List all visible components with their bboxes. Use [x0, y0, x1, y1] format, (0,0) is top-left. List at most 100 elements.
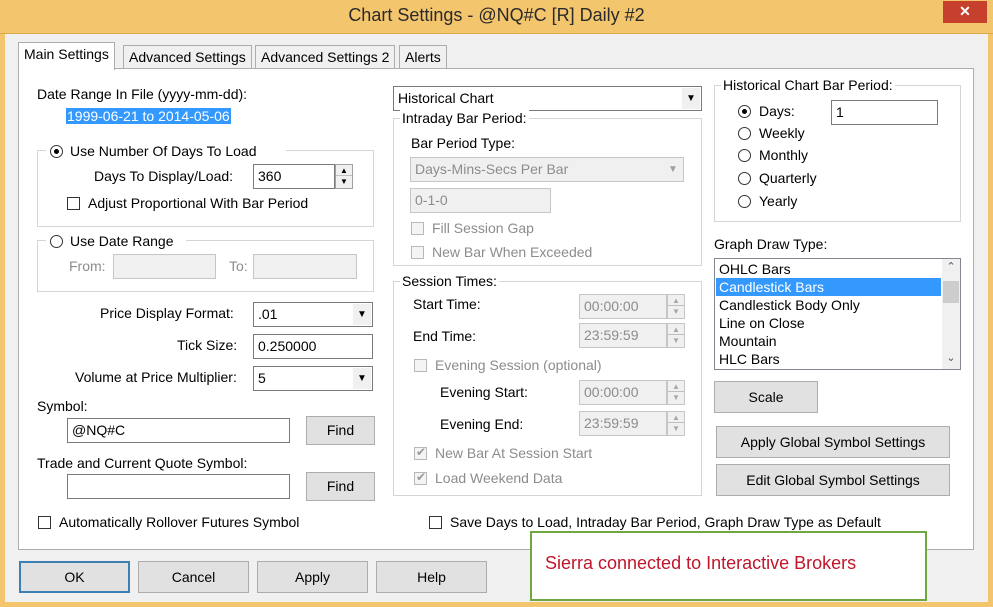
rollover-checkbox[interactable]: [38, 516, 51, 529]
use-days-label: Use Number Of Days To Load: [70, 143, 257, 159]
trade-symbol-label: Trade and Current Quote Symbol:: [37, 455, 248, 471]
to-date-input[interactable]: [253, 254, 357, 279]
save-default-checkbox[interactable]: [429, 516, 442, 529]
evening-start-input[interactable]: 00:00:00: [579, 380, 667, 405]
list-item[interactable]: Candlestick Bars: [716, 278, 941, 296]
cancel-button[interactable]: Cancel: [138, 561, 249, 593]
weekly-radio[interactable]: [738, 127, 751, 140]
use-days-option[interactable]: Use Number Of Days To Load: [46, 143, 286, 161]
tick-size-label: Tick Size:: [177, 337, 238, 353]
scale-button[interactable]: Scale: [714, 381, 818, 413]
new-bar-session-label: New Bar At Session Start: [435, 445, 593, 461]
scroll-up-icon[interactable]: ⌃: [942, 260, 960, 277]
to-label: To:: [229, 258, 248, 274]
save-default-label: Save Days to Load, Intraday Bar Period, …: [450, 514, 881, 530]
checkmark-icon: ✔: [416, 470, 427, 484]
symbol-input[interactable]: @NQ#C: [67, 418, 290, 443]
new-bar-exceeded-checkbox[interactable]: [411, 246, 424, 259]
list-item[interactable]: OHLC Bars: [716, 260, 941, 278]
days-to-load-input[interactable]: 360: [253, 164, 335, 189]
volume-multiplier-label: Volume at Price Multiplier:: [75, 369, 237, 385]
chevron-down-icon[interactable]: ▼: [353, 368, 371, 389]
quarterly-radio[interactable]: [738, 172, 751, 185]
ok-button[interactable]: OK: [19, 561, 130, 593]
evening-end-input[interactable]: 23:59:59: [579, 411, 667, 436]
evening-start-spinner[interactable]: ▲ ▼: [667, 380, 685, 405]
fill-session-gap-label: Fill Session Gap: [432, 220, 534, 236]
hist-days-input[interactable]: 1: [831, 100, 938, 125]
start-time-input[interactable]: 00:00:00: [579, 294, 667, 319]
help-button[interactable]: Help: [376, 561, 487, 593]
evening-session-label: Evening Session (optional): [435, 357, 602, 373]
quarterly-radio-label: Quarterly: [759, 170, 817, 186]
tab-advanced-settings[interactable]: Advanced Settings: [123, 45, 252, 69]
bar-period-type-value: Days-Mins-Secs Per Bar: [415, 161, 569, 177]
list-item[interactable]: Mountain: [716, 332, 941, 350]
tick-size-input[interactable]: 0.250000: [253, 334, 373, 359]
checkmark-icon: ✔: [416, 445, 427, 459]
tab-advanced-settings-2[interactable]: Advanced Settings 2: [255, 45, 396, 69]
trade-symbol-input[interactable]: [67, 474, 290, 499]
monthly-radio[interactable]: [738, 149, 751, 162]
price-format-value: .01: [258, 306, 278, 322]
apply-button[interactable]: Apply: [257, 561, 368, 593]
list-scrollbar[interactable]: ⌃ ⌄: [942, 259, 960, 369]
use-days-radio[interactable]: [50, 145, 63, 158]
connection-annotation: Sierra connected to Interactive Brokers: [530, 531, 927, 601]
apply-global-symbol-button[interactable]: Apply Global Symbol Settings: [716, 426, 950, 458]
end-time-spinner[interactable]: ▲ ▼: [667, 323, 685, 348]
list-item[interactable]: HLC Bars: [716, 350, 941, 368]
yearly-radio[interactable]: [738, 195, 751, 208]
find-trade-symbol-button[interactable]: Find: [306, 472, 375, 501]
close-icon[interactable]: ✕: [943, 1, 987, 23]
bar-period-type-select[interactable]: Days-Mins-Secs Per Bar ▼: [410, 157, 684, 182]
days-radio-label: Days:: [759, 103, 795, 119]
new-bar-exceeded-label: New Bar When Exceeded: [432, 244, 593, 260]
title-bar: Chart Settings - @NQ#C [R] Daily #2 ✕: [0, 0, 993, 34]
days-spinner[interactable]: ▲ ▼: [335, 164, 353, 189]
volume-multiplier-select[interactable]: 5 ▼: [253, 366, 373, 391]
scroll-thumb[interactable]: [943, 281, 959, 303]
load-weekend-checkbox[interactable]: ✔: [414, 470, 427, 485]
tab-main-settings[interactable]: Main Settings: [18, 42, 115, 70]
graph-draw-type-list[interactable]: OHLC Bars Candlestick Bars Candlestick B…: [714, 258, 961, 370]
days-radio[interactable]: [738, 105, 751, 118]
chart-type-value: Historical Chart: [398, 90, 494, 106]
list-item[interactable]: Candlestick Body Only: [716, 296, 941, 314]
bar-period-input[interactable]: 0-1-0: [410, 188, 551, 213]
volume-multiplier-value: 5: [258, 370, 266, 386]
spin-down-icon[interactable]: ▼: [336, 176, 352, 187]
evening-end-spinner[interactable]: ▲ ▼: [667, 411, 685, 436]
intraday-group-label: Intraday Bar Period:: [400, 110, 529, 126]
weekly-radio-label: Weekly: [759, 125, 805, 141]
chart-type-select[interactable]: Historical Chart ▼: [393, 86, 702, 111]
price-format-select[interactable]: .01 ▼: [253, 302, 373, 327]
chevron-down-icon[interactable]: ▼: [682, 88, 700, 109]
find-symbol-button[interactable]: Find: [306, 416, 375, 445]
price-format-label: Price Display Format:: [100, 305, 234, 321]
graph-draw-type-label: Graph Draw Type:: [714, 236, 828, 252]
adjust-proportional-label: Adjust Proportional With Bar Period: [88, 195, 309, 211]
end-time-label: End Time:: [413, 328, 477, 344]
evening-session-checkbox[interactable]: [414, 359, 427, 372]
new-bar-session-checkbox[interactable]: ✔: [414, 445, 427, 460]
spin-up-icon[interactable]: ▲: [336, 165, 352, 176]
session-group-label: Session Times:: [400, 273, 499, 289]
use-date-range-radio[interactable]: [50, 235, 63, 248]
symbol-label: Symbol:: [37, 398, 88, 414]
chevron-down-icon[interactable]: ▼: [353, 304, 371, 325]
tab-alerts[interactable]: Alerts: [399, 45, 447, 69]
window-title: Chart Settings - @NQ#C [R] Daily #2: [348, 5, 645, 25]
edit-global-symbol-button[interactable]: Edit Global Symbol Settings: [716, 464, 950, 496]
chevron-down-icon[interactable]: ▼: [664, 159, 682, 180]
adjust-proportional-checkbox[interactable]: [67, 197, 80, 210]
end-time-input[interactable]: 23:59:59: [579, 323, 667, 348]
scroll-down-icon[interactable]: ⌄: [942, 351, 960, 368]
date-range-label: Date Range In File (yyyy-mm-dd):: [37, 86, 248, 102]
from-date-input[interactable]: [113, 254, 216, 279]
use-date-range-option[interactable]: Use Date Range: [46, 233, 186, 251]
use-date-range-label: Use Date Range: [70, 233, 174, 249]
start-time-spinner[interactable]: ▲ ▼: [667, 294, 685, 319]
fill-session-gap-checkbox[interactable]: [411, 222, 424, 235]
list-item[interactable]: Line on Close: [716, 314, 941, 332]
